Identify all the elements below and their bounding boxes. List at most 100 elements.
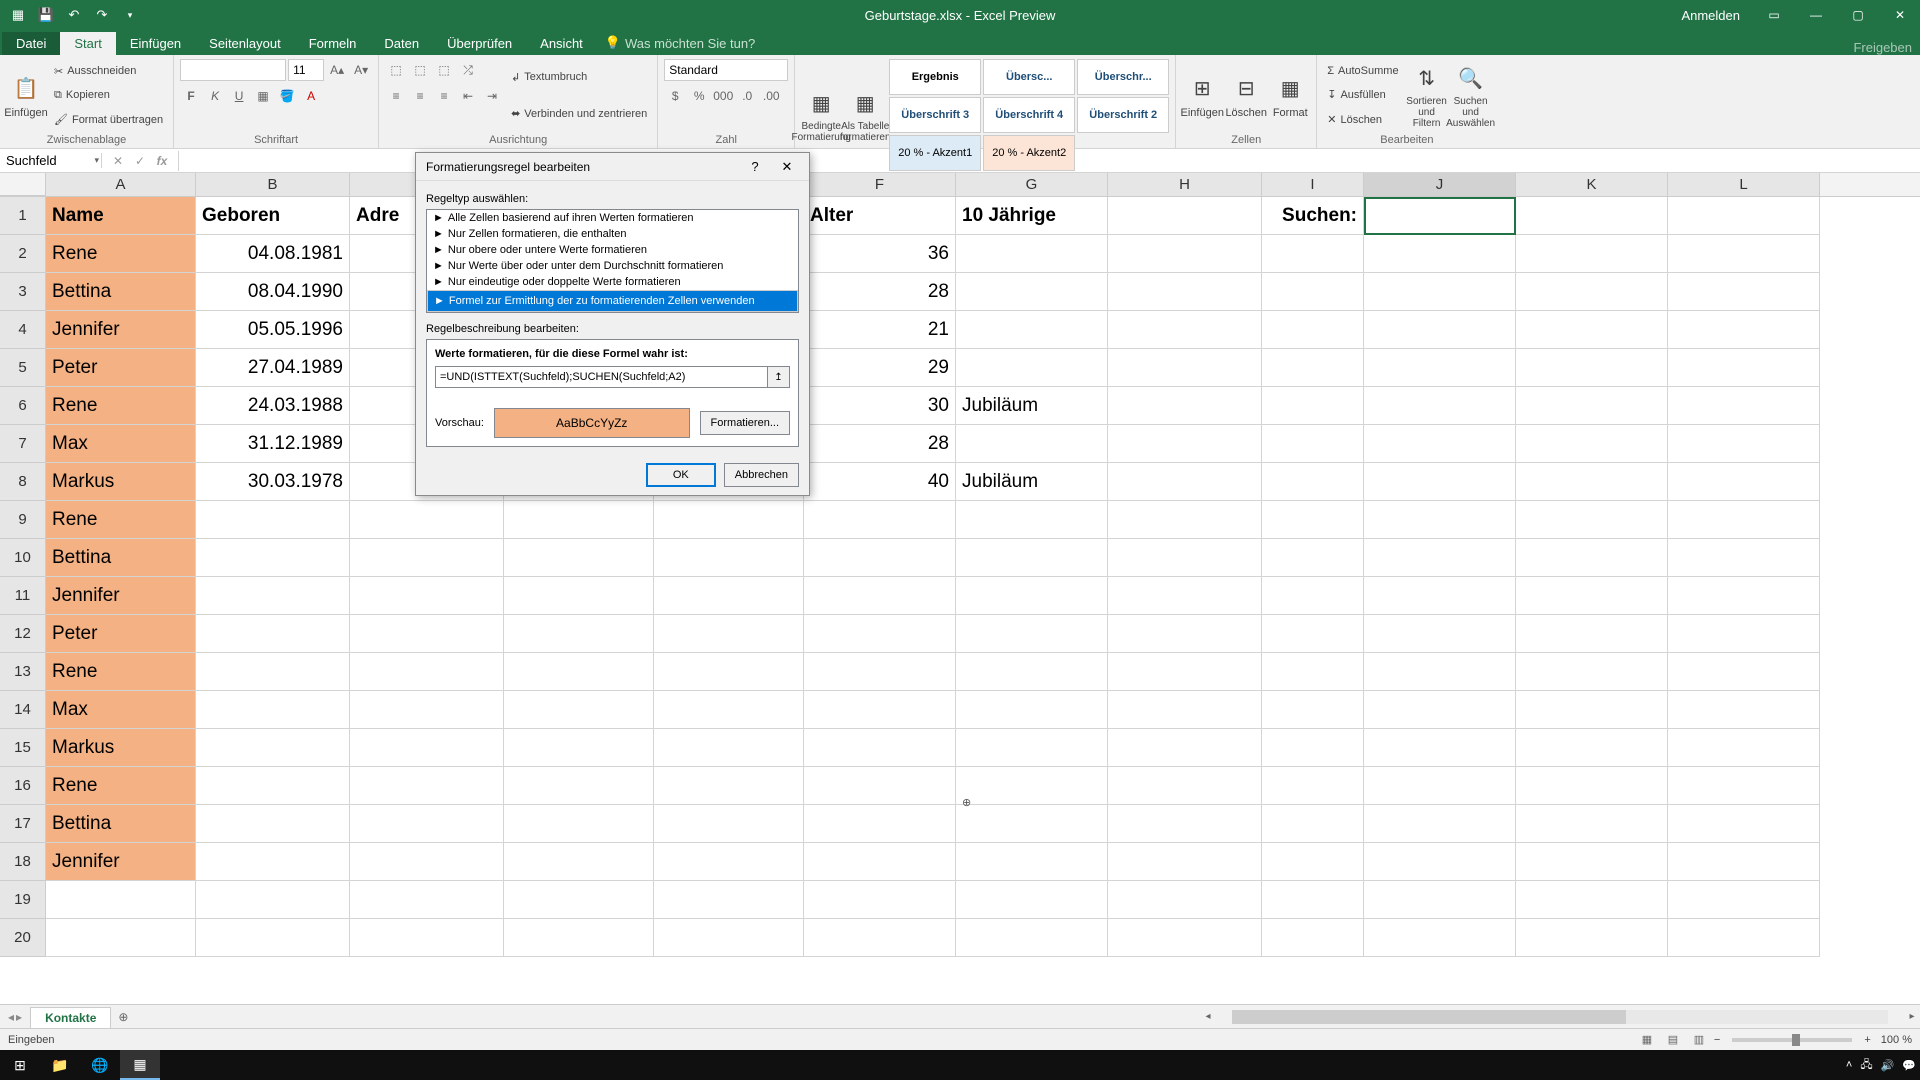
tab-insert[interactable]: Einfügen: [116, 32, 195, 55]
cell[interactable]: [804, 805, 956, 843]
cell[interactable]: [1108, 577, 1262, 615]
network-icon[interactable]: 🖧: [1860, 1056, 1872, 1075]
cell[interactable]: [804, 881, 956, 919]
sort-filter-button[interactable]: ⇅Sortieren und Filtern: [1407, 59, 1447, 132]
rule-type-item[interactable]: ► Formel zur Ermittlung der zu formatier…: [427, 290, 798, 312]
file-explorer-icon[interactable]: 📁: [40, 1050, 80, 1080]
signin-link[interactable]: Anmelden: [1669, 8, 1752, 23]
cell[interactable]: 27.04.1989: [196, 349, 350, 387]
style-item[interactable]: 20 % - Akzent2: [983, 135, 1075, 171]
cell[interactable]: [1364, 539, 1516, 577]
cell[interactable]: [196, 767, 350, 805]
cell[interactable]: [956, 311, 1108, 349]
cell[interactable]: [196, 501, 350, 539]
cell[interactable]: Bettina: [46, 805, 196, 843]
cell[interactable]: [196, 615, 350, 653]
rule-type-item[interactable]: ► Alle Zellen basierend auf ihren Werten…: [427, 210, 798, 226]
font-family-select[interactable]: [180, 59, 286, 81]
cell[interactable]: [956, 273, 1108, 311]
cell[interactable]: [804, 767, 956, 805]
cell[interactable]: [1364, 463, 1516, 501]
find-select-button[interactable]: 🔍Suchen und Auswählen: [1451, 59, 1491, 132]
cell[interactable]: [350, 577, 504, 615]
cell[interactable]: [1262, 767, 1364, 805]
cell[interactable]: [1364, 235, 1516, 273]
cell[interactable]: [1108, 311, 1262, 349]
row-header[interactable]: 12: [0, 615, 46, 653]
cell[interactable]: [1516, 425, 1668, 463]
cell[interactable]: [1516, 501, 1668, 539]
insert-cells-button[interactable]: ⊞Einfügen: [1182, 59, 1222, 132]
row-header[interactable]: 4: [0, 311, 46, 349]
cell[interactable]: [1364, 843, 1516, 881]
row-header[interactable]: 13: [0, 653, 46, 691]
cell[interactable]: [1364, 311, 1516, 349]
cell[interactable]: [196, 881, 350, 919]
cell[interactable]: Name: [46, 197, 196, 235]
cell[interactable]: [1262, 425, 1364, 463]
cell[interactable]: [1108, 843, 1262, 881]
cell[interactable]: [654, 919, 804, 957]
tray-up-icon[interactable]: ˄: [1846, 1059, 1852, 1071]
cell[interactable]: Jennifer: [46, 843, 196, 881]
wrap-text-button[interactable]: ↲Textumbruch: [507, 69, 651, 86]
cell[interactable]: [1668, 919, 1820, 957]
cell[interactable]: [654, 881, 804, 919]
cell[interactable]: [1108, 881, 1262, 919]
dec-decimal-icon[interactable]: .00: [760, 85, 782, 107]
cell[interactable]: [1108, 273, 1262, 311]
cell[interactable]: [956, 729, 1108, 767]
currency-icon[interactable]: $: [664, 85, 686, 107]
cell[interactable]: 04.08.1981: [196, 235, 350, 273]
row-header[interactable]: 11: [0, 577, 46, 615]
cell[interactable]: [504, 805, 654, 843]
cell[interactable]: [804, 539, 956, 577]
cell[interactable]: [1668, 425, 1820, 463]
tell-me[interactable]: 💡Was möchten Sie tun?: [597, 31, 764, 55]
cell[interactable]: [1364, 729, 1516, 767]
cell[interactable]: [350, 843, 504, 881]
percent-icon[interactable]: %: [688, 85, 710, 107]
cell[interactable]: [804, 615, 956, 653]
cell[interactable]: [1108, 729, 1262, 767]
excel-taskbar-icon[interactable]: ▦: [120, 1050, 160, 1080]
tab-view[interactable]: Ansicht: [526, 32, 597, 55]
cancel-button[interactable]: Abbrechen: [724, 463, 799, 487]
italic-button[interactable]: K: [204, 85, 226, 107]
orientation-icon[interactable]: ⤮: [457, 59, 479, 81]
tab-file[interactable]: Datei: [2, 32, 60, 55]
cell[interactable]: [956, 615, 1108, 653]
row-header[interactable]: 16: [0, 767, 46, 805]
cell[interactable]: [1108, 463, 1262, 501]
cell[interactable]: [504, 691, 654, 729]
cell[interactable]: [350, 767, 504, 805]
cell[interactable]: [1516, 387, 1668, 425]
cell[interactable]: [1668, 235, 1820, 273]
cell[interactable]: [504, 881, 654, 919]
save-icon[interactable]: 💾: [36, 5, 56, 25]
cell[interactable]: [46, 919, 196, 957]
cell[interactable]: 05.05.1996: [196, 311, 350, 349]
cell[interactable]: [654, 805, 804, 843]
cell[interactable]: [804, 729, 956, 767]
column-header[interactable]: A: [46, 173, 196, 196]
tab-data[interactable]: Daten: [370, 32, 433, 55]
style-item[interactable]: Übersc...: [983, 59, 1075, 95]
cell[interactable]: [1516, 235, 1668, 273]
cell[interactable]: [1262, 387, 1364, 425]
format-painter-button[interactable]: 🖌Format übertragen: [50, 111, 167, 128]
cell[interactable]: [1516, 539, 1668, 577]
font-color-button[interactable]: A: [300, 85, 322, 107]
cell[interactable]: [504, 539, 654, 577]
cell[interactable]: [1668, 501, 1820, 539]
cell[interactable]: [504, 919, 654, 957]
cell[interactable]: [1262, 539, 1364, 577]
cell[interactable]: Alter: [804, 197, 956, 235]
cell[interactable]: [350, 881, 504, 919]
cell[interactable]: [956, 539, 1108, 577]
cell[interactable]: [1108, 349, 1262, 387]
cell[interactable]: [196, 539, 350, 577]
cell[interactable]: 21: [804, 311, 956, 349]
notification-icon[interactable]: 💬: [1902, 1059, 1916, 1072]
cell[interactable]: [1364, 197, 1516, 235]
